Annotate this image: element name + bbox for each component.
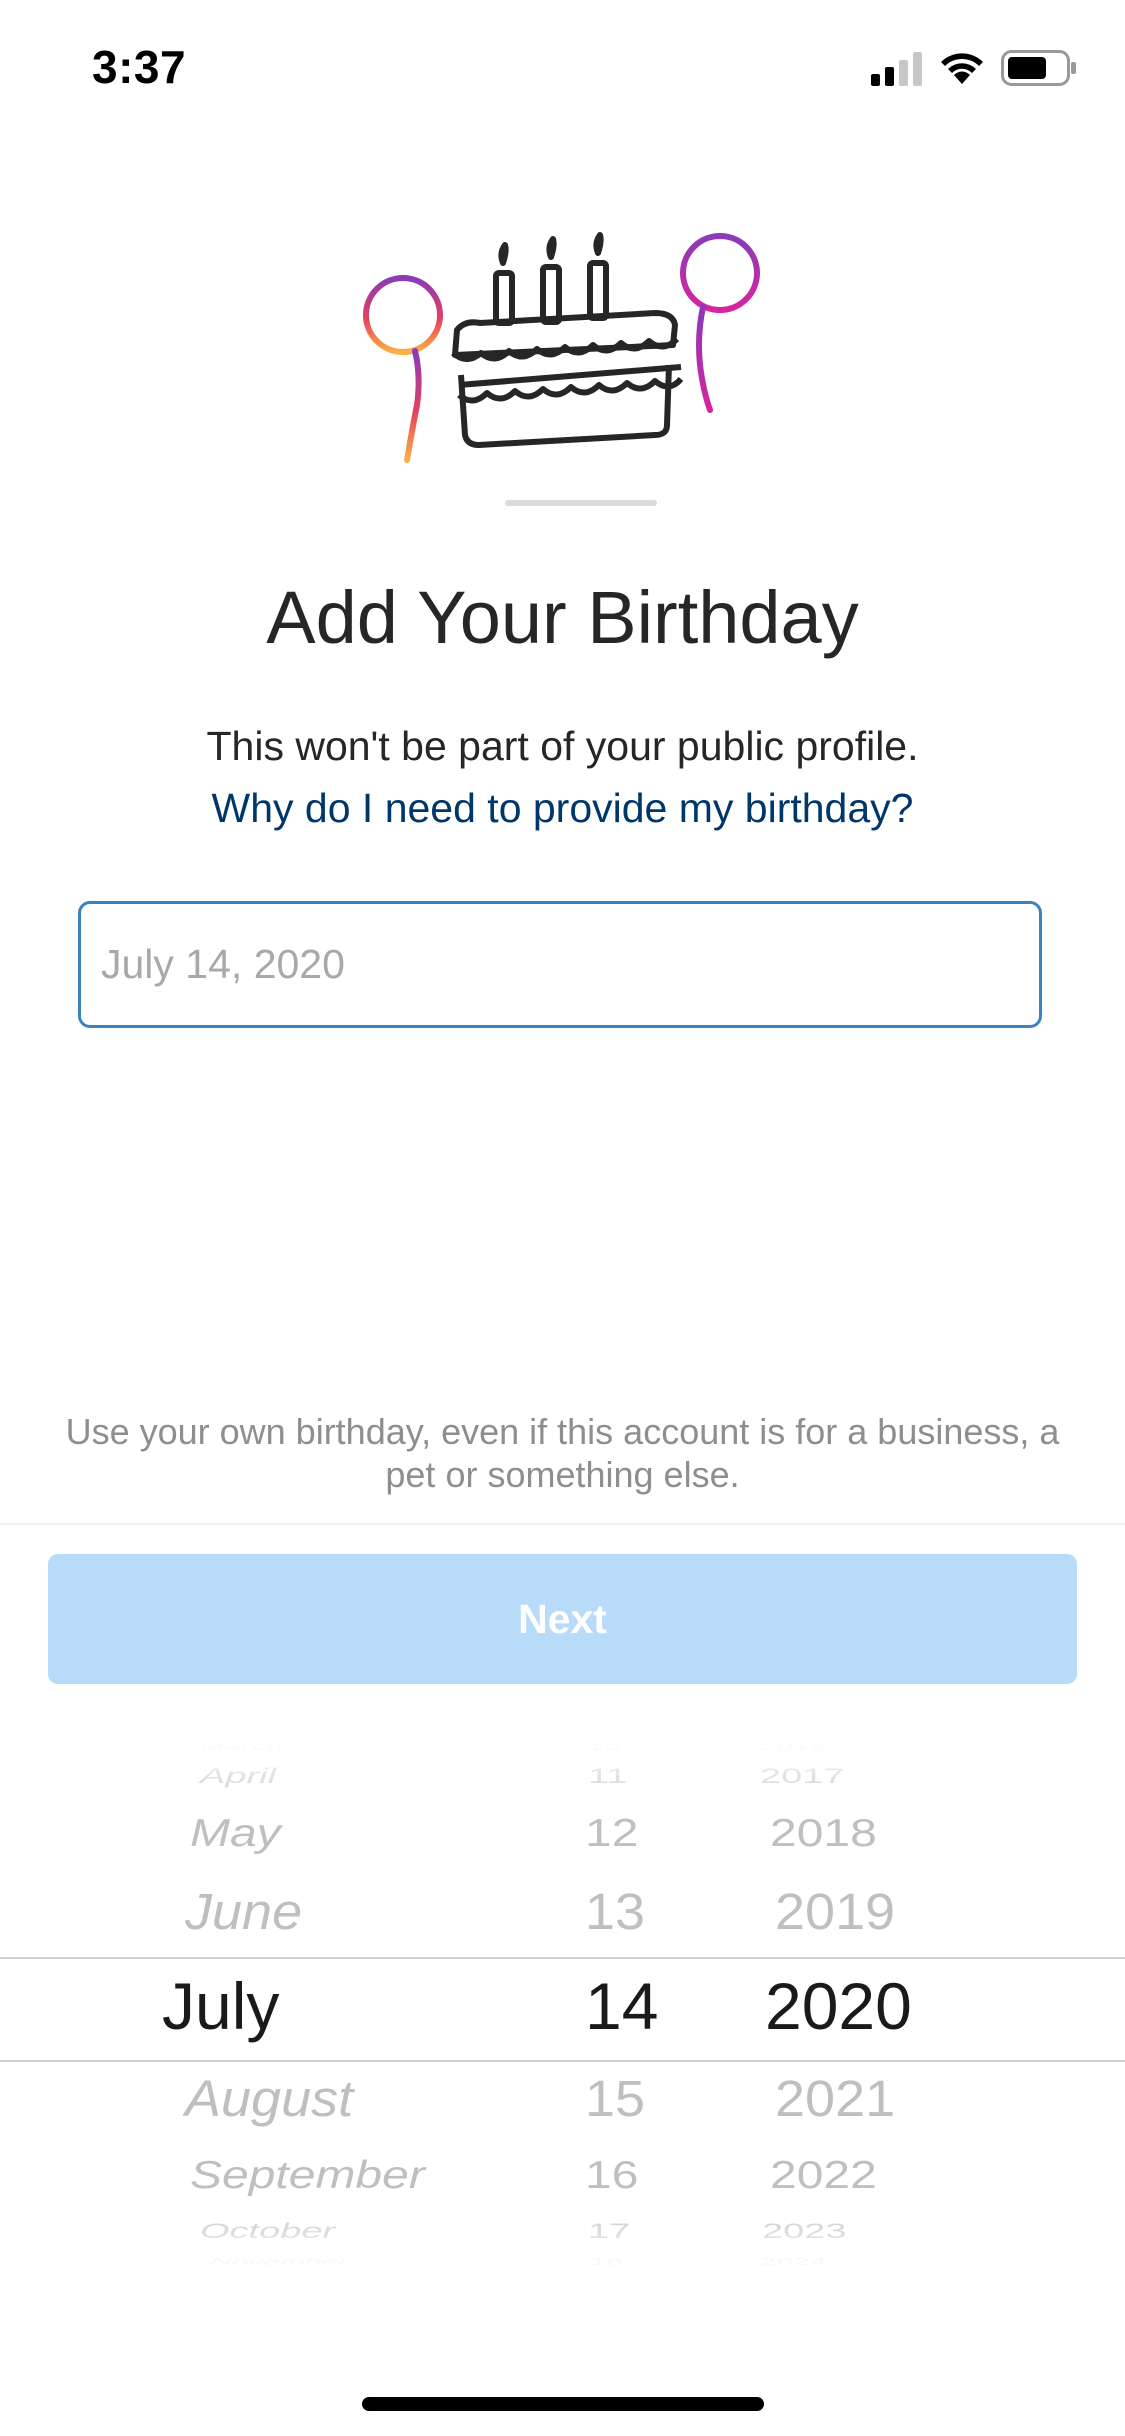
birthday-input[interactable]: July 14, 2020 bbox=[78, 901, 1042, 1028]
subtitle: This won't be part of your public profil… bbox=[206, 723, 919, 769]
status-time: 3:37 bbox=[92, 41, 187, 93]
why-birthday-link[interactable]: Why do I need to provide my birthday? bbox=[0, 785, 1125, 832]
picker-day-item[interactable]: 13 bbox=[585, 1882, 645, 1941]
picker-year-item[interactable]: 2023 bbox=[762, 2220, 847, 2244]
signal-icon bbox=[871, 52, 922, 86]
status-icons bbox=[871, 48, 1081, 88]
home-indicator bbox=[362, 2397, 764, 2411]
picker-year-item[interactable]: 2018 bbox=[770, 1811, 877, 1856]
picker-day-item[interactable]: 18 bbox=[590, 2256, 623, 2268]
picker-day-item[interactable]: 12 bbox=[585, 1811, 638, 1856]
picker-selection-bottom-line bbox=[0, 2060, 1125, 2062]
status-bar: 3:37 bbox=[0, 0, 1125, 135]
picker-day-item[interactable]: 16 bbox=[585, 2153, 638, 2198]
picker-year-item[interactable]: 2017 bbox=[760, 1765, 845, 1789]
picker-year-item[interactable]: 2021 bbox=[775, 2069, 895, 2128]
picker-year-item[interactable]: 2022 bbox=[770, 2153, 877, 2198]
birthday-footnote: Use your own birthday, even if this acco… bbox=[65, 1411, 1060, 1495]
picker-day-item[interactable]: 17 bbox=[588, 2220, 630, 2244]
picker-day-item-selected[interactable]: 14 bbox=[585, 1968, 658, 2044]
next-button[interactable]: Next bbox=[48, 1554, 1077, 1684]
picker-month-item[interactable]: September bbox=[190, 2153, 425, 2198]
picker-month-item[interactable]: November bbox=[210, 2256, 348, 2268]
picker-month-item[interactable]: October bbox=[200, 2220, 335, 2244]
picker-month-item[interactable]: June bbox=[185, 1882, 302, 1941]
footer-divider bbox=[0, 1523, 1125, 1525]
picker-selection-top-line bbox=[0, 1957, 1125, 1959]
picker-month-item[interactable]: August bbox=[185, 2069, 353, 2128]
picker-year-item-selected[interactable]: 2020 bbox=[765, 1968, 912, 2044]
picker-month-item[interactable]: March bbox=[200, 1741, 283, 1753]
illustration-divider bbox=[505, 500, 657, 506]
picker-fade-bottom bbox=[0, 2215, 1125, 2275]
picker-day-item[interactable]: 10 bbox=[588, 1741, 621, 1753]
picker-month-item-selected[interactable]: July bbox=[162, 1968, 279, 2044]
picker-year-item[interactable]: 2024 bbox=[760, 2256, 827, 2268]
date-picker[interactable]: March April May June July August September Octo… bbox=[0, 1740, 1125, 2275]
picker-month-item[interactable]: April bbox=[200, 1765, 276, 1789]
picker-year-item[interactable]: 2016 bbox=[760, 1741, 827, 1753]
picker-month-item[interactable]: May bbox=[190, 1811, 281, 1856]
picker-day-item[interactable]: 11 bbox=[588, 1765, 627, 1789]
wifi-icon bbox=[941, 53, 983, 84]
picker-day-item[interactable]: 15 bbox=[585, 2069, 645, 2128]
page-title: Add Your Birthday bbox=[266, 576, 859, 659]
picker-year-item[interactable]: 2019 bbox=[775, 1882, 895, 1941]
picker-fade-top bbox=[0, 1740, 1125, 1800]
birthday-cake-with-balloons-icon bbox=[363, 232, 760, 463]
battery-icon bbox=[1001, 50, 1076, 86]
